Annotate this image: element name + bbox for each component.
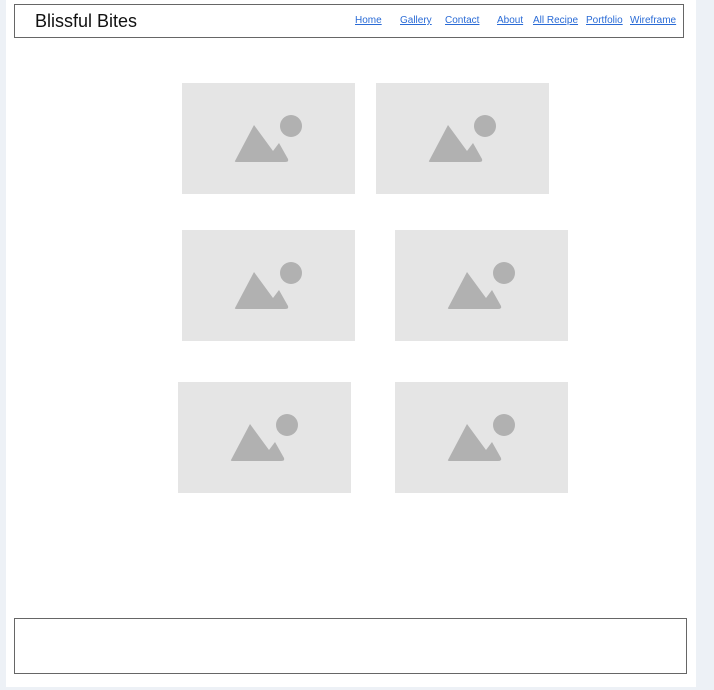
page-container: Blissful Bites Home Gallery Contact Abou… (6, 0, 696, 687)
image-placeholder-icon (428, 115, 496, 162)
nav-link-about[interactable]: About (497, 15, 523, 27)
nav-link-wireframe[interactable]: Wireframe (630, 15, 676, 27)
image-placeholder-icon (230, 414, 298, 461)
nav-link-contact[interactable]: Contact (445, 15, 479, 27)
gallery-image-placeholder (395, 382, 568, 493)
nav-link-portfolio[interactable]: Portfolio (586, 15, 623, 27)
image-placeholder-icon (447, 414, 515, 461)
gallery-image-placeholder (178, 382, 351, 493)
nav-link-gallery[interactable]: Gallery (400, 15, 432, 27)
image-placeholder-icon (234, 115, 302, 162)
site-footer (14, 618, 687, 674)
image-placeholder-icon (447, 262, 515, 309)
gallery-image-placeholder (395, 230, 568, 341)
gallery-image-placeholder (182, 83, 355, 194)
gallery-image-placeholder (182, 230, 355, 341)
image-placeholder-icon (234, 262, 302, 309)
nav-link-all-recipe[interactable]: All Recipe (533, 15, 578, 27)
site-title: Blissful Bites (35, 11, 138, 31)
site-header: Blissful Bites Home Gallery Contact Abou… (14, 4, 684, 38)
nav-link-home[interactable]: Home (355, 15, 382, 27)
gallery-image-placeholder (376, 83, 549, 194)
